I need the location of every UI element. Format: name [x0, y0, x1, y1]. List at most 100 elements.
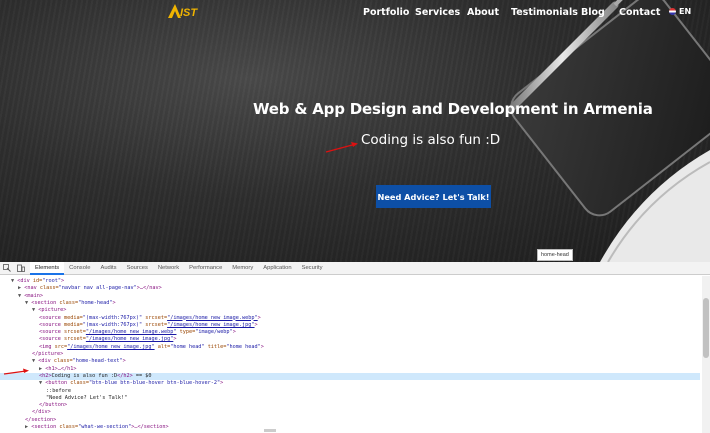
dom-token-tag: <nav: [24, 285, 40, 292]
inspect-icon[interactable]: [2, 263, 12, 273]
dom-token-txt: "Need Advice? Let's Talk!": [46, 394, 128, 401]
dom-token-tag: >: [61, 278, 65, 284]
dom-token-tag: >…</section>: [131, 424, 169, 430]
dom-node-selected[interactable]: <h2>Coding is also fun :D</h2> == $0: [0, 372, 700, 381]
nav-blog[interactable]: Blog: [581, 7, 605, 18]
dom-token-tag: <h2>: [39, 372, 52, 379]
dom-token-val: "(max-width:767px)": [82, 321, 146, 328]
dom-token-tag: <source: [39, 329, 64, 336]
dom-token-tag: <button: [45, 380, 71, 387]
dom-token-val: "home-head": [78, 299, 113, 306]
dom-token-tag: </div>: [32, 409, 51, 416]
dom-token-attr: class=: [70, 380, 89, 387]
tab-performance[interactable]: Performance: [184, 262, 227, 275]
dom-node[interactable]: </section>: [0, 417, 700, 424]
dom-node[interactable]: <img src="/images/home_new_image.jpg" al…: [0, 344, 700, 351]
dom-node[interactable]: ▶ <nav class="navbar nav all-page-nav">……: [0, 285, 700, 292]
dom-token-val: "navbar nav all-page-nav": [58, 285, 137, 292]
dom-token-attr: class=: [59, 424, 79, 430]
dom-node[interactable]: <source srcset="/images/home_new_image.j…: [0, 336, 700, 343]
language-switcher[interactable]: EN: [669, 7, 691, 16]
tab-network[interactable]: Network: [153, 262, 184, 275]
dom-node[interactable]: </picture>: [0, 351, 700, 358]
dom-node[interactable]: <source srcset="/images/home_new_image.w…: [0, 329, 700, 336]
dom-token-val: "home head": [170, 343, 208, 350]
devtools-tabbar: Elements Console Audits Sources Network …: [0, 261, 710, 275]
dom-token-tag: >…</nav>: [136, 285, 162, 292]
dom-token-attr: type=: [176, 329, 196, 336]
dom-token-tag: >: [112, 299, 116, 306]
dom-token-tag: <img: [39, 343, 55, 350]
dom-token-tag: <div: [17, 278, 33, 284]
nav-contact[interactable]: Contact: [619, 7, 660, 18]
dom-token-attr: title=: [207, 343, 227, 350]
dom-node[interactable]: ▼ <main>: [0, 293, 700, 300]
dom-token-tag: <source: [39, 336, 64, 343]
device-toggle-icon[interactable]: [16, 263, 26, 273]
tab-security[interactable]: Security: [297, 262, 328, 275]
dom-node[interactable]: "Need Advice? Let's Talk!": [0, 395, 700, 402]
hero-subtitle: Coding is also fun :D: [361, 132, 501, 148]
dom-token-lnk[interactable]: "/images/home_new_image.jpg": [167, 322, 254, 328]
dom-token-lnk[interactable]: "/images/home_new_image.webp": [167, 315, 258, 321]
dom-token-lnk[interactable]: "/images/home_new_image.jpg": [67, 344, 154, 350]
nav-portfolio[interactable]: Portfolio: [363, 7, 409, 18]
dom-token-tag: </button>: [39, 402, 68, 409]
dom-token-tag: <picture>: [38, 307, 67, 314]
dom-token-val: "(max-width:767px)": [82, 314, 146, 321]
language-label: EN: [679, 7, 692, 16]
hero-device-image: [506, 0, 710, 262]
main-nav: Portfolio Services About Testimonials Bl…: [0, 7, 710, 21]
dom-token-attr: src=: [54, 343, 68, 350]
dom-token-val: "root": [42, 278, 61, 284]
dom-node[interactable]: ▼ <section class="home-head">: [0, 300, 700, 307]
need-advice-button[interactable]: Need Advice? Let's Talk!: [376, 185, 491, 208]
dom-node[interactable]: ▼ <button class="btn-blue btn-blue-hover…: [0, 380, 700, 387]
scrollbar-thumb[interactable]: [703, 298, 709, 358]
dom-token-tag: <div: [38, 358, 54, 365]
dom-node[interactable]: ▼ <div id="root">: [0, 278, 700, 285]
tab-sources[interactable]: Sources: [122, 262, 153, 275]
hero-section: IST Portfolio Services About Testimonial…: [0, 0, 710, 262]
dom-token-val: "home head": [226, 343, 261, 350]
dom-token-tag: <source: [39, 314, 64, 321]
dom-node[interactable]: ::before: [0, 388, 700, 395]
tab-memory[interactable]: Memory: [227, 262, 258, 275]
nav-testimonials[interactable]: Testimonials: [511, 7, 578, 18]
dom-node[interactable]: ▼ <picture>: [0, 307, 700, 314]
dom-token-lnk[interactable]: "/images/home_new_image.jpg": [86, 336, 173, 342]
dom-token-tag: <main>: [24, 292, 43, 299]
flag-icon: [669, 8, 676, 15]
dom-node[interactable]: <source media="(max-width:767px)" srcset…: [0, 315, 700, 322]
dom-token-tag: >: [173, 336, 177, 343]
dom-node[interactable]: ▶ <h1>…</h1>: [0, 366, 700, 373]
tab-application[interactable]: Application: [258, 262, 296, 275]
nav-about[interactable]: About: [467, 7, 499, 18]
horizontal-scroll-handle[interactable]: [264, 429, 276, 432]
dom-token-attr: srcset=: [64, 329, 86, 336]
dom-token-val: "image/webp": [195, 329, 233, 336]
dom-node[interactable]: </div>: [0, 409, 700, 416]
tab-elements[interactable]: Elements: [30, 261, 65, 275]
dom-token-tag: >: [260, 343, 264, 350]
nav-services[interactable]: Services: [415, 7, 460, 18]
dom-node[interactable]: </button>: [0, 402, 700, 409]
dom-token-txt: == $0: [132, 372, 152, 379]
dom-token-attr: media=: [64, 321, 83, 328]
dom-token-val: "what-we-section": [78, 424, 132, 430]
dom-token-tag: </h2>: [117, 372, 133, 379]
dom-node[interactable]: <source media="(max-width:767px)" srcset…: [0, 322, 700, 329]
dom-node[interactable]: ▼ <div class="home-head-text">: [0, 358, 700, 365]
tab-console[interactable]: Console: [64, 262, 95, 275]
dom-token-attr: srcset=: [64, 336, 86, 343]
tab-audits[interactable]: Audits: [95, 262, 121, 275]
dom-token-tag: >: [232, 329, 236, 336]
dom-tree: ▼ <div id="root"> ▶ <nav class="navbar na…: [0, 275, 710, 432]
hero-title: Web & App Design and Development in Arme…: [253, 100, 653, 118]
dom-tree-scrollbar[interactable]: [702, 276, 710, 433]
dom-token-attr: class=: [39, 285, 59, 292]
dom-token-txt: ::before: [46, 387, 71, 394]
dom-node[interactable]: ▶ <section class="what-we-section">…</se…: [0, 424, 700, 431]
dom-token-tag: >: [257, 314, 261, 321]
dom-token-lnk[interactable]: "/images/home_new_image.webp": [86, 329, 177, 335]
